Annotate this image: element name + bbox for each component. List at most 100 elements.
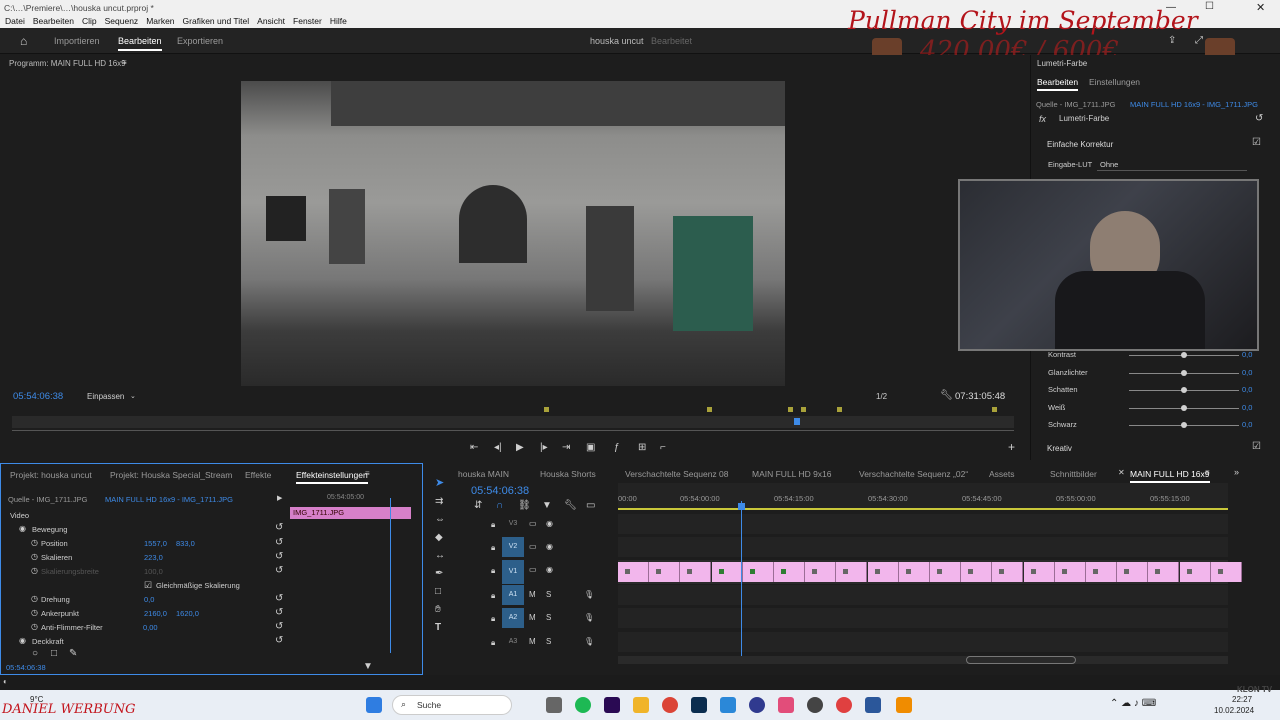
eye-icon[interactable]: ◉ [546,542,553,552]
effect-prop-value[interactable]: 2160,0 [144,609,167,618]
track-lane[interactable] [618,632,1228,652]
timeline-clip[interactable] [649,562,681,582]
timeline-clip[interactable] [1086,562,1117,582]
vlc-icon[interactable] [896,697,912,713]
tab-lumetri-edit[interactable]: Bearbeiten [1037,77,1079,91]
solo-icon[interactable]: S [546,613,551,623]
menu-help[interactable]: Hilfe [330,16,347,26]
clip-bar[interactable]: IMG_1711.JPG [290,507,411,519]
windows-start-icon[interactable] [366,697,382,713]
effect-timecode[interactable]: 05:54:06:38 [6,663,46,672]
selection-tool-icon[interactable]: ➤ [435,478,444,489]
timeline-clip[interactable] [1117,562,1149,582]
hand-tool-icon[interactable]: ✋︎ [435,605,441,615]
menu-file[interactable]: Datei [5,16,25,26]
tab-assets[interactable]: Assets [989,469,1015,479]
tab-effects[interactable]: Effekte [245,470,271,480]
effect-prop-value[interactable]: 0,00 [143,623,158,632]
clock-time[interactable]: 22:27 [1232,695,1252,704]
tab-main-9x16[interactable]: MAIN FULL HD 9x16 [752,469,832,479]
lumetri-slider[interactable] [1129,404,1239,411]
track-select-tool-icon[interactable]: ⇉ [435,497,443,507]
lock-icon[interactable]: 🔒︎ [491,638,495,648]
lumetri-row-value[interactable]: 0,0 [1242,385,1252,394]
track-label[interactable]: A3 [502,632,524,652]
lumetri-row-value[interactable]: 0,0 [1242,350,1252,359]
track-lane[interactable] [618,560,1242,584]
tab-effect-controls[interactable]: Effekteinstellungen [296,470,368,484]
lumetri-slider[interactable] [1129,422,1239,428]
menu-view[interactable]: Ansicht [257,16,285,26]
menu-window[interactable]: Fenster [293,16,322,26]
effect-source[interactable]: Quelle - IMG_1711.JPG [8,495,87,504]
timeline-clip[interactable] [992,562,1024,582]
reset-icon[interactable]: ↺ [275,523,283,533]
reset-icon[interactable]: ↺ [275,538,283,548]
panel-menu-icon[interactable]: ≡ [1205,468,1210,478]
toggle-sync-icon[interactable]: ▭ [529,565,537,575]
lock-icon[interactable]: 🔒︎ [491,520,495,530]
work-area-bar[interactable] [618,508,1228,510]
ellipse-mask-icon[interactable]: ○ [32,649,38,659]
timeline-clip[interactable] [930,562,961,582]
timeline-clip[interactable] [867,562,899,582]
reset-icon[interactable]: ↺ [275,608,283,618]
lumetri-row-value[interactable]: 0,0 [1242,368,1252,377]
track-label[interactable]: A2 [502,608,524,628]
creative-checkbox[interactable]: ☑ [1252,442,1261,452]
track-label[interactable]: V3 [502,514,524,534]
mark-in-icon[interactable]: ⇤ [470,443,478,453]
timeline-clip[interactable] [1054,562,1086,582]
tab-lumetri-settings[interactable]: Einstellungen [1089,77,1140,87]
lumetri-slider[interactable] [1129,387,1239,393]
more-tabs-icon[interactable]: » [1234,467,1239,477]
lumetri-effect[interactable]: Lumetri-Farbe [1059,114,1109,123]
lumetri-row-value[interactable]: 0,0 [1242,420,1252,429]
timeline-clip[interactable] [680,562,712,582]
filter-icon[interactable]: ▼ [363,662,373,672]
comparison-icon[interactable]: ⊞ [638,443,646,453]
track-label[interactable]: V1 [502,560,524,584]
reset-icon[interactable]: ↺ [275,594,283,604]
lumetri-row-value[interactable]: 0,0 [1242,403,1252,412]
timeline-clip[interactable] [1148,562,1180,582]
menu-clip[interactable]: Clip [82,16,97,26]
pen-tool-icon[interactable]: ✒ [435,569,443,579]
timeline-clip[interactable] [742,562,774,582]
stopwatch-icon[interactable]: ◷ [31,608,38,618]
lumetri-slider[interactable] [1129,352,1239,358]
mute-icon[interactable]: M [529,637,536,647]
spotify-icon[interactable] [575,697,591,713]
todo-icon[interactable] [720,697,736,713]
fx-icon[interactable]: ƒ [614,443,620,453]
effect-prop-value[interactable]: 223,0 [144,553,163,562]
timeline-clip[interactable] [774,562,805,582]
slider-knob[interactable] [1181,352,1187,358]
razor-tool-icon[interactable]: ◆ [435,533,443,543]
scrollbar-thumb[interactable] [966,656,1076,664]
reset-icon[interactable]: ↺ [275,566,283,576]
wrench-icon[interactable]: 🔧︎ [564,501,577,511]
photoshop-icon[interactable] [691,697,707,713]
chevron-down-icon[interactable]: ⌄ [130,392,136,402]
workspace-export[interactable]: Exportieren [177,36,223,46]
track-lane[interactable] [618,514,1228,534]
add-button-icon[interactable]: + [1008,441,1015,453]
timeline-playhead[interactable] [741,501,742,658]
tab-project-houska[interactable]: Projekt: houska uncut [10,470,92,480]
stopwatch-icon[interactable]: ◷ [31,552,38,562]
effect-prop-value-2[interactable]: 1620,0 [176,609,199,618]
rectangle-tool-icon[interactable]: □ [435,587,441,597]
captions-icon[interactable]: ▭ [586,501,595,511]
microphone-icon[interactable]: 🎙︎ [584,613,594,623]
tray-icons[interactable]: ⌃ ☁ ♪ ⌨ [1110,698,1156,709]
menu-markers[interactable]: Marken [146,16,174,26]
uniform-scale-checkbox[interactable]: ☑ [144,580,152,590]
track-label[interactable]: A1 [502,585,524,605]
reset-icon[interactable]: ↺ [1255,114,1263,124]
tab-houska-main[interactable]: houska MAIN [458,469,509,479]
camera-icon[interactable]: ▣ [586,443,595,453]
lumetri-slider[interactable] [1129,369,1239,376]
tab-houska-shorts[interactable]: Houska Shorts [540,469,596,479]
type-tool-icon[interactable]: T [435,623,441,633]
